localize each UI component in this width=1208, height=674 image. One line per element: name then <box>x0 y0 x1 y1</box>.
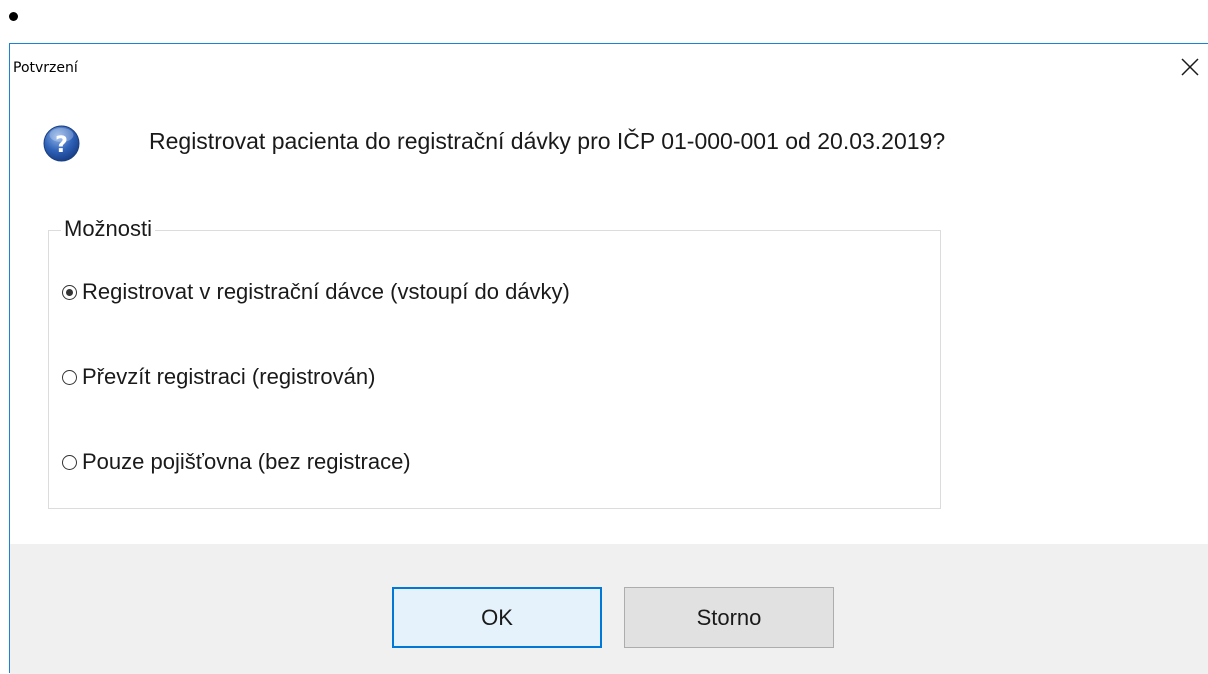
close-icon <box>1181 58 1199 76</box>
dialog-title: Potvrzení <box>13 60 78 76</box>
radio-button[interactable] <box>62 454 77 470</box>
options-groupbox: Možnosti Registrovat v registrační dávce… <box>48 216 941 509</box>
option-insurance-only[interactable]: Pouze pojišťovna (bez registrace) <box>62 449 411 475</box>
option-label: Převzít registraci (registrován) <box>82 364 376 389</box>
options-group-label: Možnosti <box>61 216 156 242</box>
option-register-in-batch[interactable]: Registrovat v registrační dávce (vstoupí… <box>62 279 570 305</box>
option-take-over-registration[interactable]: Převzít registraci (registrován) <box>62 364 375 390</box>
option-label: Pouze pojišťovna (bez registrace) <box>82 449 411 474</box>
ok-button[interactable]: OK <box>392 587 602 648</box>
question-icon: ? <box>43 125 80 162</box>
radio-button[interactable] <box>62 369 77 385</box>
dialog-footer: OK Storno <box>10 544 1208 674</box>
svg-text:?: ? <box>55 133 68 158</box>
radio-button-checked[interactable] <box>62 284 77 300</box>
confirmation-message: Registrovat pacienta do registrační dávk… <box>149 128 946 154</box>
option-label: Registrovat v registrační dávce (vstoupí… <box>82 279 570 304</box>
cancel-button[interactable]: Storno <box>624 587 834 648</box>
confirmation-dialog: Potvrzení ? Registrovat pacienta do regi… <box>9 43 1208 674</box>
bullet-marker <box>9 12 18 21</box>
close-button[interactable] <box>1172 50 1208 84</box>
